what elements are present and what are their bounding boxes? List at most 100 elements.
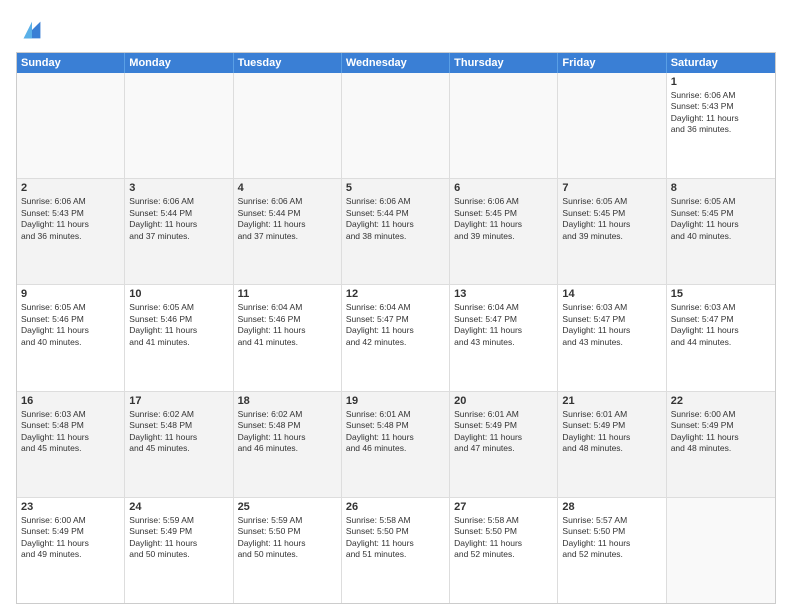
calendar-cell-4-5: 28 Sunrise: 5:57 AM Sunset: 5:50 PM Dayli… xyxy=(558,498,666,603)
day-number: 19 xyxy=(346,395,445,407)
cell-text: Sunrise: 6:06 AM Sunset: 5:43 PM Dayligh… xyxy=(21,196,120,242)
calendar-cell-3-4: 20Sunrise: 6:01 AM Sunset: 5:49 PM Dayli… xyxy=(450,392,558,497)
calendar-cell-3-3: 19Sunrise: 6:01 AM Sunset: 5:48 PM Dayli… xyxy=(342,392,450,497)
cell-text: Sunrise: 6:06 AM Sunset: 5:44 PM Dayligh… xyxy=(346,196,445,242)
day-number: 9 xyxy=(21,288,120,300)
calendar-cell-2-0: 9 Sunrise: 6:05 AM Sunset: 5:46 PM Daylig… xyxy=(17,285,125,390)
cell-text: Sunrise: 6:03 AM Sunset: 5:47 PM Dayligh… xyxy=(562,302,661,348)
day-number: 12 xyxy=(346,288,445,300)
calendar-cell-0-3 xyxy=(342,73,450,178)
calendar-cell-3-6: 22 Sunrise: 6:00 AM Sunset: 5:49 PM Dayli… xyxy=(667,392,775,497)
calendar-cell-2-2: 11 Sunrise: 6:04 AM Sunset: 5:46 PM Dayli… xyxy=(234,285,342,390)
calendar-cell-4-2: 25 Sunrise: 5:59 AM Sunset: 5:50 PM Dayli… xyxy=(234,498,342,603)
day-number: 25 xyxy=(238,501,337,513)
cell-text: Sunrise: 5:58 AM Sunset: 5:50 PM Dayligh… xyxy=(454,515,553,561)
logo xyxy=(16,16,46,44)
day-number: 1 xyxy=(671,76,771,88)
day-number: 24 xyxy=(129,501,228,513)
calendar-cell-4-0: 23 Sunrise: 6:00 AM Sunset: 5:49 PM Dayli… xyxy=(17,498,125,603)
cell-text: Sunrise: 5:59 AM Sunset: 5:49 PM Dayligh… xyxy=(129,515,228,561)
day-number: 3 xyxy=(129,182,228,194)
day-number: 16 xyxy=(21,395,120,407)
calendar-cell-0-6: 1 Sunrise: 6:06 AM Sunset: 5:43 PM Daylig… xyxy=(667,73,775,178)
day-number: 21 xyxy=(562,395,661,407)
calendar-cell-0-5 xyxy=(558,73,666,178)
cell-text: Sunrise: 6:00 AM Sunset: 5:49 PM Dayligh… xyxy=(671,409,771,455)
header-day-tuesday: Tuesday xyxy=(234,53,342,73)
calendar-cell-2-1: 10Sunrise: 6:05 AM Sunset: 5:46 PM Dayli… xyxy=(125,285,233,390)
header xyxy=(16,16,776,44)
day-number: 13 xyxy=(454,288,553,300)
day-number: 28 xyxy=(562,501,661,513)
calendar-row-3: 16 Sunrise: 6:03 AM Sunset: 5:48 PM Dayli… xyxy=(17,392,775,498)
cell-text: Sunrise: 6:06 AM Sunset: 5:44 PM Dayligh… xyxy=(238,196,337,242)
day-number: 10 xyxy=(129,288,228,300)
calendar-cell-3-2: 18 Sunrise: 6:02 AM Sunset: 5:48 PM Dayli… xyxy=(234,392,342,497)
header-day-monday: Monday xyxy=(125,53,233,73)
calendar-cell-0-1 xyxy=(125,73,233,178)
cell-text: Sunrise: 6:05 AM Sunset: 5:46 PM Dayligh… xyxy=(21,302,120,348)
calendar-cell-2-5: 14 Sunrise: 6:03 AM Sunset: 5:47 PM Dayli… xyxy=(558,285,666,390)
header-day-wednesday: Wednesday xyxy=(342,53,450,73)
cell-text: Sunrise: 6:03 AM Sunset: 5:47 PM Dayligh… xyxy=(671,302,771,348)
calendar-cell-3-1: 17 Sunrise: 6:02 AM Sunset: 5:48 PM Dayli… xyxy=(125,392,233,497)
page: SundayMondayTuesdayWednesdayThursdayFrid… xyxy=(0,0,792,612)
header-day-sunday: Sunday xyxy=(17,53,125,73)
calendar-cell-3-5: 21 Sunrise: 6:01 AM Sunset: 5:49 PM Dayli… xyxy=(558,392,666,497)
cell-text: Sunrise: 6:00 AM Sunset: 5:49 PM Dayligh… xyxy=(21,515,120,561)
calendar-cell-1-1: 3 Sunrise: 6:06 AM Sunset: 5:44 PM Daylig… xyxy=(125,179,233,284)
calendar-row-0: 1 Sunrise: 6:06 AM Sunset: 5:43 PM Daylig… xyxy=(17,73,775,179)
day-number: 18 xyxy=(238,395,337,407)
calendar-cell-1-0: 2 Sunrise: 6:06 AM Sunset: 5:43 PM Daylig… xyxy=(17,179,125,284)
calendar-cell-3-0: 16 Sunrise: 6:03 AM Sunset: 5:48 PM Dayli… xyxy=(17,392,125,497)
day-number: 4 xyxy=(238,182,337,194)
calendar-cell-1-4: 6Sunrise: 6:06 AM Sunset: 5:45 PM Daylig… xyxy=(450,179,558,284)
calendar-row-4: 23 Sunrise: 6:00 AM Sunset: 5:49 PM Dayli… xyxy=(17,498,775,603)
cell-text: Sunrise: 6:04 AM Sunset: 5:47 PM Dayligh… xyxy=(454,302,553,348)
calendar-cell-4-3: 26 Sunrise: 5:58 AM Sunset: 5:50 PM Dayli… xyxy=(342,498,450,603)
calendar-body: 1 Sunrise: 6:06 AM Sunset: 5:43 PM Daylig… xyxy=(17,73,775,603)
cell-text: Sunrise: 6:01 AM Sunset: 5:49 PM Dayligh… xyxy=(562,409,661,455)
day-number: 27 xyxy=(454,501,553,513)
cell-text: Sunrise: 5:57 AM Sunset: 5:50 PM Dayligh… xyxy=(562,515,661,561)
day-number: 17 xyxy=(129,395,228,407)
day-number: 8 xyxy=(671,182,771,194)
calendar-cell-4-1: 24 Sunrise: 5:59 AM Sunset: 5:49 PM Dayli… xyxy=(125,498,233,603)
day-number: 2 xyxy=(21,182,120,194)
header-day-friday: Friday xyxy=(558,53,666,73)
calendar-cell-1-3: 5Sunrise: 6:06 AM Sunset: 5:44 PM Daylig… xyxy=(342,179,450,284)
calendar-row-1: 2 Sunrise: 6:06 AM Sunset: 5:43 PM Daylig… xyxy=(17,179,775,285)
cell-text: Sunrise: 6:04 AM Sunset: 5:47 PM Dayligh… xyxy=(346,302,445,348)
cell-text: Sunrise: 6:05 AM Sunset: 5:45 PM Dayligh… xyxy=(562,196,661,242)
calendar-header: SundayMondayTuesdayWednesdayThursdayFrid… xyxy=(17,53,775,73)
day-number: 14 xyxy=(562,288,661,300)
day-number: 26 xyxy=(346,501,445,513)
calendar: SundayMondayTuesdayWednesdayThursdayFrid… xyxy=(16,52,776,604)
day-number: 22 xyxy=(671,395,771,407)
cell-text: Sunrise: 6:04 AM Sunset: 5:46 PM Dayligh… xyxy=(238,302,337,348)
header-day-saturday: Saturday xyxy=(667,53,775,73)
day-number: 23 xyxy=(21,501,120,513)
cell-text: Sunrise: 6:06 AM Sunset: 5:43 PM Dayligh… xyxy=(671,90,771,136)
calendar-cell-1-5: 7 Sunrise: 6:05 AM Sunset: 5:45 PM Daylig… xyxy=(558,179,666,284)
logo-icon xyxy=(18,16,46,44)
cell-text: Sunrise: 6:02 AM Sunset: 5:48 PM Dayligh… xyxy=(129,409,228,455)
header-day-thursday: Thursday xyxy=(450,53,558,73)
day-number: 11 xyxy=(238,288,337,300)
calendar-cell-4-6 xyxy=(667,498,775,603)
calendar-cell-0-2 xyxy=(234,73,342,178)
calendar-cell-2-3: 12 Sunrise: 6:04 AM Sunset: 5:47 PM Dayli… xyxy=(342,285,450,390)
calendar-cell-4-4: 27 Sunrise: 5:58 AM Sunset: 5:50 PM Dayli… xyxy=(450,498,558,603)
cell-text: Sunrise: 5:59 AM Sunset: 5:50 PM Dayligh… xyxy=(238,515,337,561)
day-number: 7 xyxy=(562,182,661,194)
cell-text: Sunrise: 6:02 AM Sunset: 5:48 PM Dayligh… xyxy=(238,409,337,455)
cell-text: Sunrise: 6:06 AM Sunset: 5:44 PM Dayligh… xyxy=(129,196,228,242)
calendar-cell-2-4: 13 Sunrise: 6:04 AM Sunset: 5:47 PM Dayli… xyxy=(450,285,558,390)
day-number: 6 xyxy=(454,182,553,194)
cell-text: Sunrise: 6:05 AM Sunset: 5:45 PM Dayligh… xyxy=(671,196,771,242)
cell-text: Sunrise: 6:03 AM Sunset: 5:48 PM Dayligh… xyxy=(21,409,120,455)
cell-text: Sunrise: 5:58 AM Sunset: 5:50 PM Dayligh… xyxy=(346,515,445,561)
calendar-cell-1-6: 8 Sunrise: 6:05 AM Sunset: 5:45 PM Daylig… xyxy=(667,179,775,284)
calendar-cell-1-2: 4 Sunrise: 6:06 AM Sunset: 5:44 PM Daylig… xyxy=(234,179,342,284)
calendar-row-2: 9 Sunrise: 6:05 AM Sunset: 5:46 PM Daylig… xyxy=(17,285,775,391)
